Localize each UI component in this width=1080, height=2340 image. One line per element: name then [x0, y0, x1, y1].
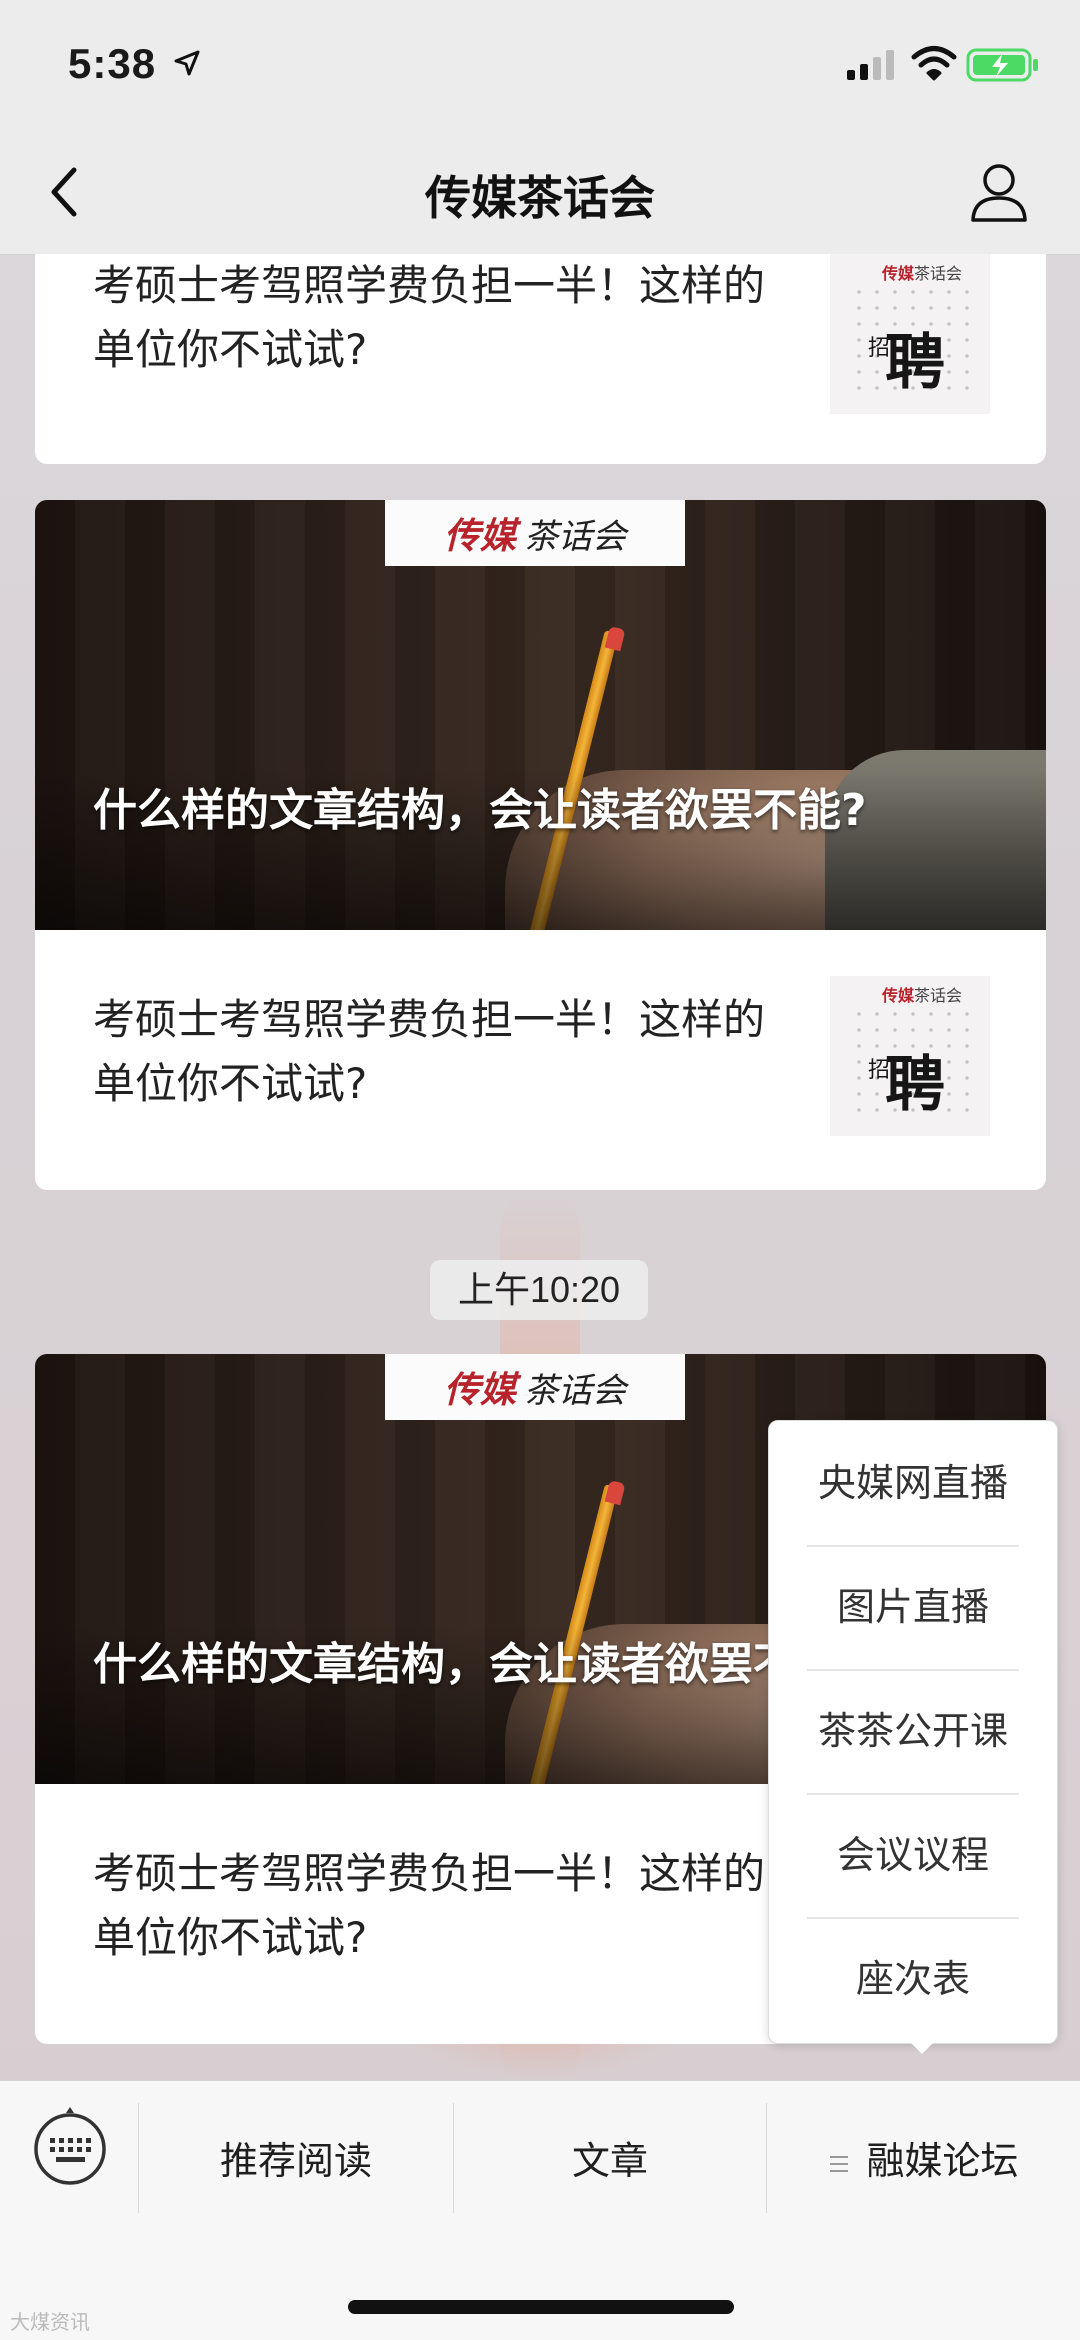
thumbnail-char-big: 聘: [885, 328, 945, 398]
status-bar: 5:38: [0, 0, 1080, 132]
article-title[interactable]: 考硕士考驾照学费负担一半！这样的单位你不试试?: [93, 988, 793, 1116]
article-card[interactable]: 考硕士考驾照学费负担一半！这样的单位你不试试? 传媒茶话会 招 聘: [35, 254, 1046, 464]
article-card[interactable]: 传媒 茶话会 什么样的文章结构，会让读者欲罢不能? 考硕士考驾照学费负担一半！这…: [35, 500, 1046, 1190]
message-timestamp: 上午10:20: [430, 1260, 648, 1320]
submenu-item-photo-live[interactable]: 图片直播: [807, 1545, 1019, 1671]
article-thumbnail: 传媒茶话会 招 聘: [830, 254, 990, 414]
watermark-text: 大煤资讯: [10, 2310, 90, 2334]
home-indicator[interactable]: [348, 2300, 734, 2314]
nav-bar: 传媒茶话会: [0, 132, 1080, 255]
article-title[interactable]: 考硕士考驾照学费负担一半！这样的单位你不试试?: [93, 254, 793, 382]
location-arrow-icon: [174, 50, 200, 76]
thumbnail-brand: 传媒茶话会: [882, 986, 963, 1005]
cover-title[interactable]: 什么样的文章结构，会让读者欲罢不能?: [93, 780, 993, 842]
submenu-pointer: [908, 2040, 936, 2054]
profile-icon[interactable]: [968, 160, 1030, 224]
thumbnail-brand: 传媒茶话会: [882, 264, 963, 283]
menu-item-forum-label: 融媒论坛: [866, 2139, 1019, 2183]
page-title: 传媒茶话会: [425, 171, 655, 225]
article-thumbnail: 传媒茶话会 招 聘: [830, 976, 990, 1136]
menu-item-articles[interactable]: 文章: [454, 2121, 766, 2201]
brand-badge: 传媒 茶话会: [385, 500, 685, 566]
thumbnail-char-big: 聘: [885, 1050, 945, 1120]
wifi-icon: [911, 46, 957, 81]
article-list-item[interactable]: 考硕士考驾照学费负担一半！这样的单位你不试试? 传媒茶话会 招 聘: [35, 930, 1046, 1190]
submenu-item-seating-chart[interactable]: 座次表: [807, 1917, 1019, 2041]
status-time: 5:38: [68, 40, 157, 87]
keyboard-toggle-icon[interactable]: [30, 2105, 110, 2185]
article-title[interactable]: 考硕士考驾照学费负担一半！这样的单位你不试试?: [93, 1842, 793, 1970]
menu-item-forum[interactable]: 融媒论坛: [767, 2121, 1080, 2201]
menu-item-recommended[interactable]: 推荐阅读: [139, 2121, 453, 2201]
brand-badge: 传媒 茶话会: [385, 1354, 685, 1420]
submenu-lines-icon: [830, 2155, 849, 2172]
forum-submenu: 央媒网直播 图片直播 茶茶公开课 会议议程 座次表: [768, 1420, 1058, 2044]
battery-charging-icon: [966, 48, 1038, 82]
submenu-item-open-class[interactable]: 茶茶公开课: [807, 1669, 1019, 1795]
cover-image[interactable]: 传媒 茶话会 什么样的文章结构，会让读者欲罢不能?: [35, 500, 1046, 930]
submenu-item-live-broadcast[interactable]: 央媒网直播: [807, 1421, 1019, 1547]
submenu-item-agenda[interactable]: 会议议程: [807, 1793, 1019, 1919]
cellular-signal-icon: [847, 50, 894, 80]
